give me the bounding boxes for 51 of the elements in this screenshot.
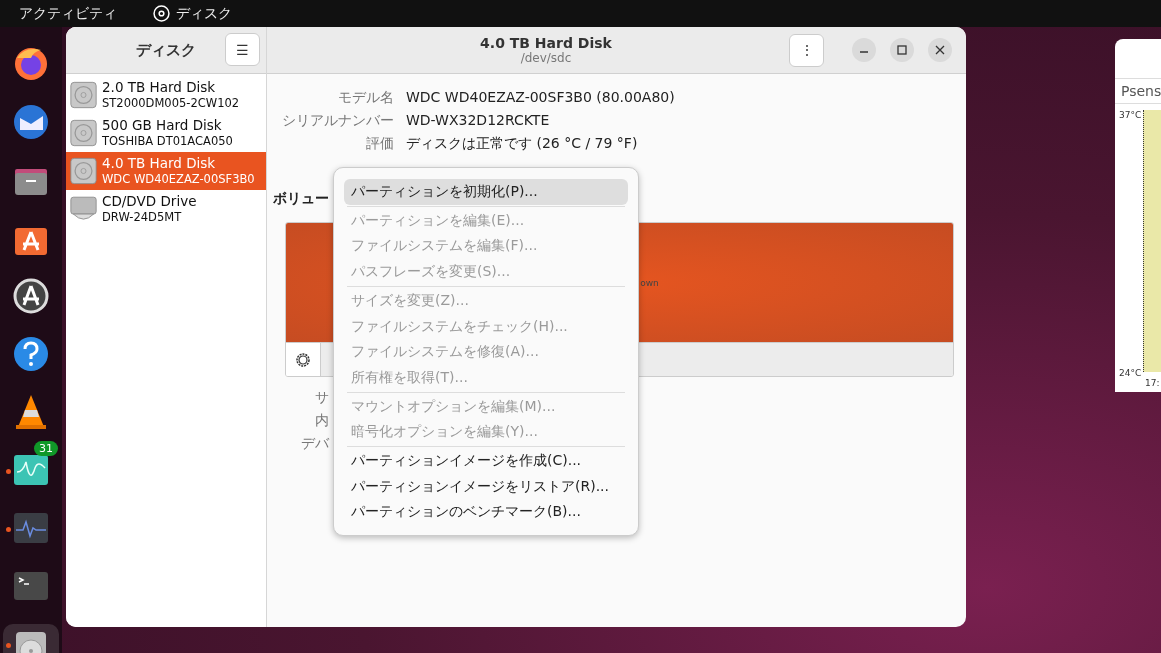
close-button[interactable] bbox=[928, 38, 952, 62]
minimize-button[interactable] bbox=[852, 38, 876, 62]
menu-button[interactable]: ☰ bbox=[225, 33, 260, 66]
maximize-icon bbox=[897, 45, 907, 55]
field-value: WDC WD40EZAZ-00SF3B0 (80.00A80) bbox=[406, 88, 676, 107]
field-label: モデル名 bbox=[337, 88, 394, 107]
maximize-button[interactable] bbox=[890, 38, 914, 62]
partition-label: own bbox=[640, 277, 659, 288]
field-label: シリアルナンバー bbox=[281, 111, 394, 130]
window-title: 4.0 TB Hard Disk bbox=[480, 35, 612, 51]
envelope-icon bbox=[11, 102, 51, 142]
axis-label: 24°C bbox=[1119, 368, 1142, 378]
disk-model: WDC WD40EZAZ-00SF3B0 bbox=[102, 172, 255, 187]
menu-item[interactable]: パーティションを初期化(P)... bbox=[344, 179, 628, 205]
axis-label: 17: bbox=[1144, 378, 1161, 390]
settings-button[interactable] bbox=[286, 343, 321, 376]
field-value: WD-WX32D12RCKTE bbox=[406, 111, 551, 130]
menu-item[interactable]: パーティションのベンチマーク(B)... bbox=[344, 499, 628, 526]
update-icon bbox=[11, 276, 51, 316]
sensor-tab[interactable]: Psens bbox=[1115, 79, 1161, 104]
disk-list-item[interactable]: 500 GB Hard Disk TOSHIBA DT01ACA050 bbox=[66, 114, 266, 152]
menu-item[interactable]: パーティションイメージをリストア(R)... bbox=[344, 473, 628, 500]
disk-name: 4.0 TB Hard Disk bbox=[102, 155, 217, 172]
app-menu[interactable]: ディスク bbox=[153, 4, 232, 23]
disk-list-item[interactable]: 4.0 TB Hard Disk WDC WD40EZAZ-00SF3B0 bbox=[66, 152, 266, 190]
help-icon bbox=[11, 334, 51, 374]
field-label: サ bbox=[315, 388, 329, 407]
window-subtitle: /dev/sdc bbox=[520, 51, 572, 65]
axis-label: 37°C bbox=[1119, 110, 1142, 120]
field-value: ディスクは正常です (26 °C / 79 °F) bbox=[406, 134, 639, 153]
disk-name: 500 GB Hard Disk bbox=[102, 117, 223, 134]
disk-name: CD/DVD Drive bbox=[102, 193, 197, 210]
optical-drive-icon bbox=[70, 195, 97, 223]
field-label: 評価 bbox=[365, 134, 394, 153]
field-label: 内 bbox=[315, 411, 329, 430]
disk-icon bbox=[153, 5, 170, 22]
disk-list-item[interactable]: 2.0 TB Hard Disk ST2000DM005-2CW102 bbox=[66, 76, 266, 114]
disk-model: TOSHIBA DT01ACA050 bbox=[102, 134, 233, 149]
gear-icon bbox=[295, 351, 311, 368]
sidebar-title: ディスク bbox=[136, 40, 196, 60]
field-label: デバ bbox=[301, 434, 329, 453]
close-icon bbox=[935, 45, 945, 55]
menu-item[interactable]: パーティションイメージを作成(C)... bbox=[344, 448, 628, 474]
more-button[interactable]: ⋮ bbox=[789, 33, 824, 67]
disk-model: DRW-24D5MT bbox=[102, 210, 183, 225]
volumes-heading: ボリュー bbox=[273, 190, 329, 208]
disk-name: 2.0 TB Hard Disk bbox=[102, 79, 217, 96]
activities-button[interactable]: アクティビティ bbox=[19, 4, 117, 23]
disk-model: ST2000DM005-2CW102 bbox=[102, 96, 240, 111]
disk-list-item[interactable]: CD/DVD Drive DRW-24D5MT bbox=[66, 190, 266, 228]
notification-badge: 31 bbox=[34, 441, 58, 456]
